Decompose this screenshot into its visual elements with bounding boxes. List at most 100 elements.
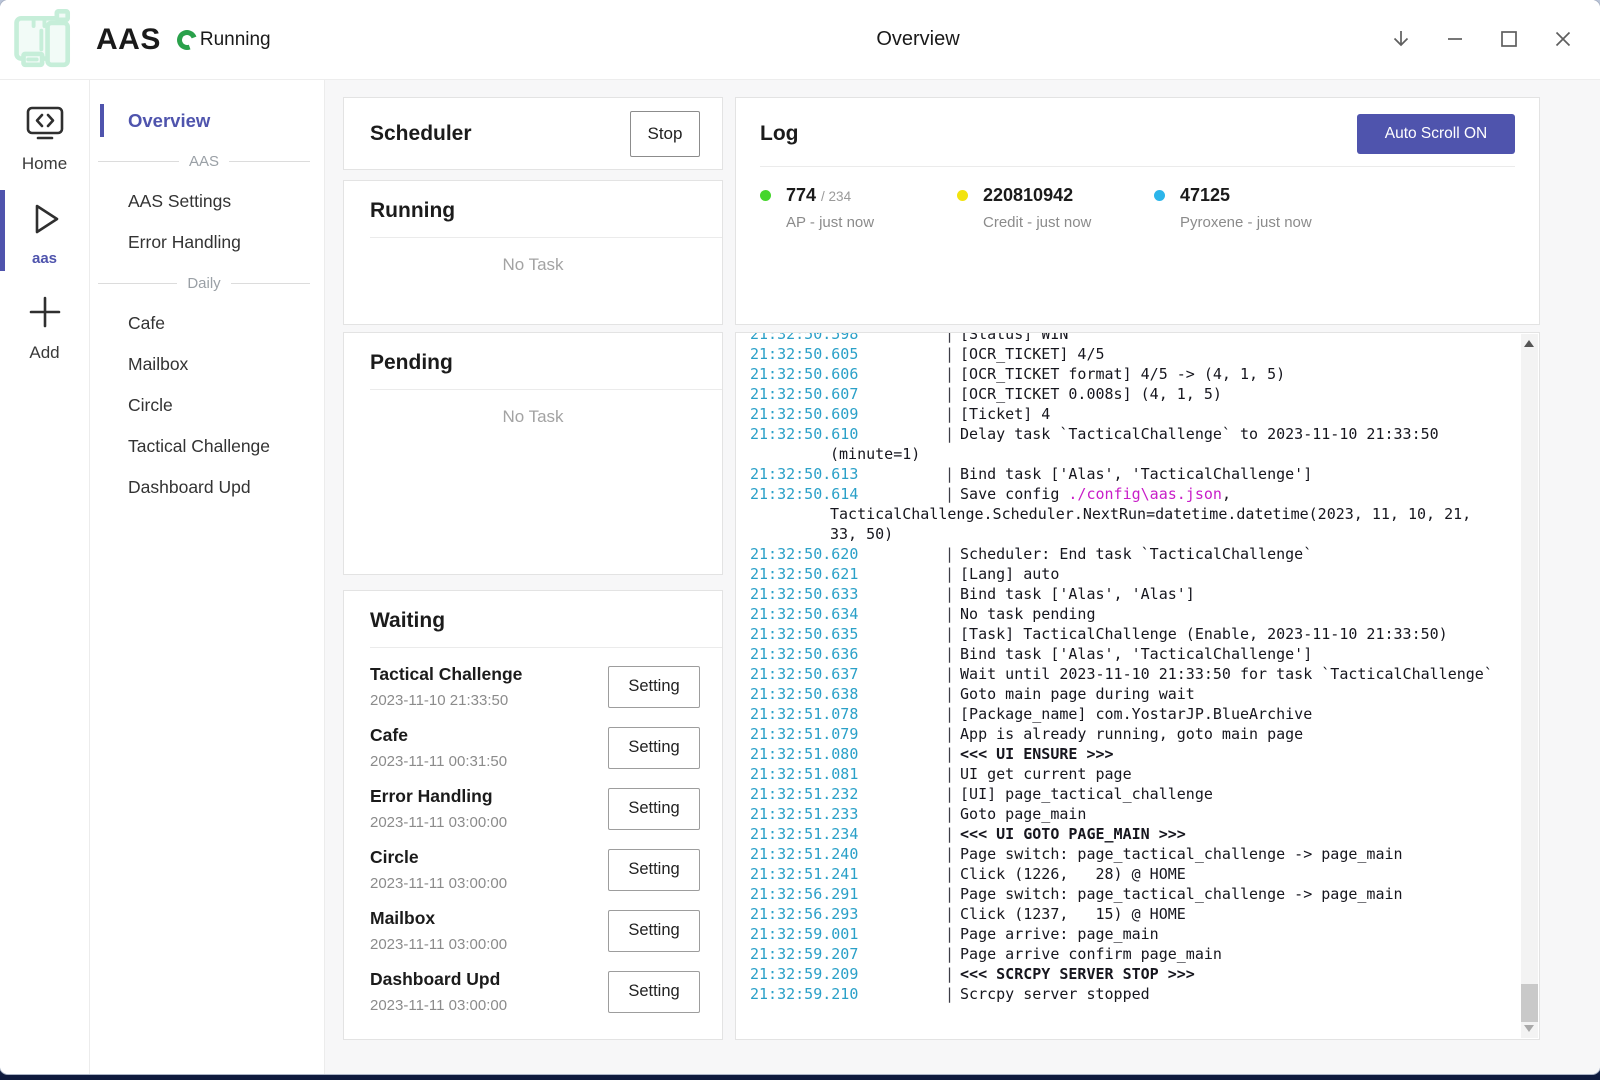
- running-spinner-icon: [174, 26, 201, 53]
- task-next-run: 2023-11-11 00:31:50: [370, 753, 507, 770]
- log-line: INFO21:32:50.606|[OCR_TICKET format] 4/5…: [750, 364, 1503, 384]
- log-line: INFO21:32:59.209|<<< SCRCPY SERVER STOP …: [750, 964, 1503, 984]
- rail-item-add[interactable]: Add: [0, 279, 89, 375]
- scheduler-status: Running: [177, 29, 271, 51]
- stop-button[interactable]: Stop: [630, 111, 700, 157]
- maximize-button[interactable]: [1492, 23, 1526, 57]
- log-separator: |: [945, 565, 954, 583]
- task-setting-button[interactable]: Setting: [608, 788, 700, 830]
- log-timestamp: 21:32:50.606: [830, 364, 940, 384]
- log-separator: |: [945, 765, 954, 783]
- log-message: <<< SCRCPY SERVER STOP >>>: [960, 965, 1195, 983]
- log-separator: |: [945, 925, 954, 943]
- log-line: INFO21:32:50.635|[Task] TacticalChalleng…: [750, 624, 1503, 644]
- nav-section-label: Daily: [187, 275, 220, 292]
- log-separator: |: [945, 745, 954, 763]
- log-timestamp: 21:32:51.234: [830, 824, 940, 844]
- log-line: INFO21:32:51.081|UI get current page: [750, 764, 1503, 784]
- task-setting-button[interactable]: Setting: [608, 727, 700, 769]
- stat-value-row: 220810942: [983, 185, 1154, 206]
- running-empty-text: No Task: [344, 255, 722, 275]
- log-timestamp: 21:32:50.605: [830, 344, 940, 364]
- log-line: INFO21:32:50.636|Bind task ['Alas', 'Tac…: [750, 644, 1503, 664]
- task-setting-button[interactable]: Setting: [608, 971, 700, 1013]
- task-setting-button[interactable]: Setting: [608, 666, 700, 708]
- stat-dot-icon: [957, 190, 968, 201]
- task-name: Circle: [370, 847, 507, 868]
- log-line: INFO21:32:50.607|[OCR_TICKET 0.008s] (4,…: [750, 384, 1503, 404]
- log-timestamp: 21:32:50.636: [830, 644, 940, 664]
- log-separator: |: [945, 805, 954, 823]
- log-timestamp: 21:32:51.232: [830, 784, 940, 804]
- log-message: <<< UI ENSURE >>>: [960, 745, 1114, 763]
- stat-value-row: 47125: [1180, 185, 1351, 206]
- log-message: Save config: [960, 485, 1068, 503]
- divider-line: [98, 161, 179, 162]
- log-separator: |: [945, 345, 954, 363]
- log-separator: |: [945, 685, 954, 703]
- nav-section-divider-aas: AAS: [90, 141, 324, 181]
- auto-scroll-toggle[interactable]: Auto Scroll ON: [1357, 114, 1515, 154]
- nav-item-tactical-challenge[interactable]: Tactical Challenge: [90, 426, 324, 467]
- window-controls: [1384, 0, 1580, 80]
- app-name: AAS: [96, 23, 161, 57]
- log-timestamp: 21:32:50.634: [830, 604, 940, 624]
- log-message: No task pending: [960, 605, 1095, 623]
- nav-item-dashboard-upd[interactable]: Dashboard Upd: [90, 467, 324, 508]
- scrollbar-thumb[interactable]: [1521, 984, 1538, 1022]
- log-scrollbar[interactable]: [1521, 334, 1538, 1038]
- nav-menu: OverviewAASAAS SettingsError Handling Dai…: [90, 80, 325, 1074]
- log-line: INFO21:32:51.078|[Package_name] com.Yost…: [750, 704, 1503, 724]
- nav-item-cafe[interactable]: Cafe: [90, 303, 324, 344]
- log-line: INFO21:32:50.613|Bind task ['Alas', 'Tac…: [750, 464, 1503, 484]
- log-timestamp: 21:32:50.607: [830, 384, 940, 404]
- nav-item-circle[interactable]: Circle: [90, 385, 324, 426]
- task-name: Cafe: [370, 725, 507, 746]
- log-message: Page switch: page_tactical_challenge -> …: [960, 885, 1403, 903]
- arrow-down-button[interactable]: [1384, 23, 1418, 57]
- log-separator: |: [945, 845, 954, 863]
- log-line: INFO21:32:50.621|[Lang] auto: [750, 564, 1503, 584]
- log-separator: |: [945, 725, 954, 743]
- log-line: INFO21:32:51.232|[UI] page_tactical_chal…: [750, 784, 1503, 804]
- task-setting-button[interactable]: Setting: [608, 849, 700, 891]
- waiting-task-row: Circle2023-11-11 03:00:00Setting: [370, 839, 700, 900]
- nav-item-error-handling[interactable]: Error Handling: [90, 222, 324, 263]
- nav-item-mailbox[interactable]: Mailbox: [90, 344, 324, 385]
- maximize-icon: [1498, 28, 1520, 53]
- play-icon: [24, 198, 66, 245]
- divider-line: [98, 283, 177, 284]
- dashboard-stats: 774/ 234AP - just now220810942Credit - j…: [760, 185, 1515, 231]
- stat-credit: 220810942Credit - just now: [957, 185, 1154, 231]
- log-message: Bind task ['Alas', 'TacticalChallenge']: [960, 465, 1312, 483]
- rail-item-home[interactable]: Home: [0, 92, 89, 186]
- log-timestamp: 21:32:51.078: [830, 704, 940, 724]
- stat-dot-icon: [760, 190, 771, 201]
- scroll-down-arrow-icon[interactable]: [1524, 1025, 1534, 1032]
- log-line: INFO21:32:59.210|Scrcpy server stopped: [750, 984, 1503, 1004]
- stat-value-row: 774/ 234: [786, 185, 957, 206]
- close-icon: [1552, 28, 1574, 53]
- log-line: INFO21:32:50.610|Delay task `TacticalCha…: [750, 424, 1503, 464]
- log-lines: INFO21:32:50.598|[Status] WIN INFO21:32:5…: [736, 332, 1539, 1004]
- status-label: Running: [200, 29, 271, 51]
- log-message: UI get current page: [960, 765, 1132, 783]
- log-message: [Ticket] 4: [960, 405, 1050, 423]
- minimize-button[interactable]: [1438, 23, 1472, 57]
- divider: [370, 389, 722, 390]
- task-name: Dashboard Upd: [370, 969, 507, 990]
- task-setting-button[interactable]: Setting: [608, 910, 700, 952]
- log-line: INFO21:32:50.598|[Status] WIN: [750, 332, 1503, 344]
- scroll-up-arrow-icon[interactable]: [1524, 340, 1534, 347]
- log-timestamp: 21:32:50.633: [830, 584, 940, 604]
- waiting-task-info: Dashboard Upd2023-11-11 03:00:00: [370, 969, 507, 1014]
- log-message: Page switch: page_tactical_challenge -> …: [960, 845, 1403, 863]
- log-message: Click (1226, 28) @ HOME: [960, 865, 1186, 883]
- log-line: INFO21:32:50.605|[OCR_TICKET] 4/5: [750, 344, 1503, 364]
- rail-item-aas[interactable]: aas: [0, 186, 89, 279]
- log-separator: |: [945, 865, 954, 883]
- log-separator: |: [945, 705, 954, 723]
- nav-item-overview[interactable]: Overview: [90, 100, 324, 141]
- nav-item-aas-settings[interactable]: AAS Settings: [90, 181, 324, 222]
- close-button[interactable]: [1546, 23, 1580, 57]
